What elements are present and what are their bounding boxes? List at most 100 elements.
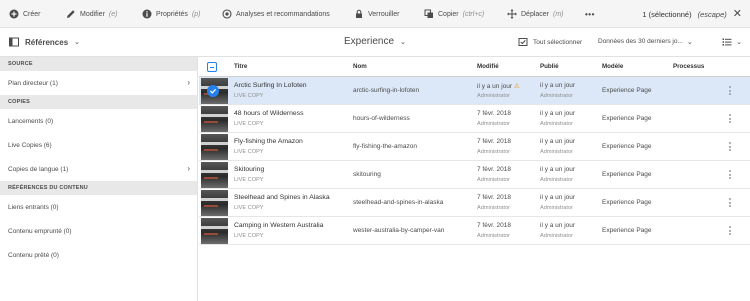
row-title: 48 hours of Wilderness: [234, 110, 304, 117]
table-row[interactable]: 48 hours of Wilderness LIVE COPY hours-o…: [199, 105, 750, 133]
column-header-name[interactable]: Nom: [353, 63, 367, 70]
row-name: fly-fishing-the-amazon: [353, 143, 417, 150]
select-all-label: Tout sélectionner: [533, 38, 583, 46]
row-modified: 7 févr. 2018: [477, 138, 511, 145]
rail-item-launches[interactable]: Lancements (0): [0, 109, 197, 133]
chevron-right-icon: ›: [187, 164, 190, 173]
page-thumbnail: [201, 218, 228, 244]
rail-item-lent-content[interactable]: Contenu prêté (0): [0, 243, 197, 267]
row-modified-by: Administrator: [477, 177, 510, 183]
more-vertical-icon[interactable]: [729, 86, 731, 95]
analytics-button[interactable]: Analyses et recommandations: [222, 0, 330, 28]
more-vertical-icon[interactable]: [729, 198, 731, 207]
more-actions-button[interactable]: •••: [585, 0, 595, 28]
more-vertical-icon[interactable]: [729, 226, 731, 235]
edit-button[interactable]: Modifier (e): [66, 0, 117, 28]
selection-count: 1 (sélectionné): [642, 9, 692, 19]
table-row[interactable]: Arctic Surfing In Lofoten LIVE COPY arct…: [199, 77, 750, 105]
rail-item-master[interactable]: Plan directeur (1) ›: [0, 71, 197, 95]
column-header-modified[interactable]: Modifié: [477, 63, 499, 70]
row-published: il y a un jour: [540, 222, 576, 229]
row-name: arctic-surfing-in-lofoten: [353, 87, 420, 94]
create-button[interactable]: Créer: [9, 0, 41, 28]
table-row[interactable]: Steelhead and Spines in Alaska LIVE COPY…: [199, 189, 750, 217]
row-modified-by: Administrator: [477, 205, 510, 211]
column-header-published[interactable]: Publié: [540, 63, 559, 70]
row-modified: 7 févr. 2018: [477, 166, 511, 173]
rail-icon[interactable]: [9, 37, 19, 47]
rail-item-label: Live Copies (6): [8, 141, 52, 149]
column-header-title[interactable]: Titre: [234, 63, 247, 70]
chevron-down-icon: ⌄: [686, 39, 693, 46]
select-all-button[interactable]: Tout sélectionner: [518, 37, 582, 47]
create-label: Créer: [23, 10, 41, 18]
row-model: Experience Page: [602, 115, 652, 122]
list-view-icon: [722, 37, 732, 47]
column-header-model[interactable]: Modèle: [602, 63, 623, 70]
move-icon: [507, 9, 517, 19]
row-published: il y a un jour: [540, 110, 576, 117]
row-published-by: Administrator: [540, 121, 573, 127]
header-checkbox[interactable]: [207, 62, 217, 72]
rail-item-label: Copies de langue (1): [8, 165, 69, 173]
table-row[interactable]: Fly-fishing the Amazon LIVE COPY fly-fis…: [199, 133, 750, 161]
row-model: Experience Page: [602, 87, 652, 94]
lock-label: Verrouiller: [368, 10, 400, 18]
row-published-by: Administrator: [540, 93, 573, 99]
table-row[interactable]: Skitouring LIVE COPY skitouring 7 févr. …: [199, 161, 750, 189]
escape-hint: (escape): [697, 9, 727, 19]
more-vertical-icon[interactable]: [729, 170, 731, 179]
properties-button[interactable]: Propriétés (p): [142, 0, 200, 28]
more-vertical-icon[interactable]: [729, 114, 731, 123]
row-published: il y a un jour: [540, 138, 576, 145]
rail-item-incoming-links[interactable]: Liens entrants (0): [0, 195, 197, 219]
pencil-icon: [66, 9, 76, 19]
page-thumbnail: [201, 106, 228, 132]
view-switcher[interactable]: ⌄: [722, 37, 742, 47]
checkmark-icon[interactable]: [207, 85, 219, 97]
more-icon: •••: [585, 9, 595, 19]
properties-shortcut: (p): [191, 10, 201, 18]
content-header: Experience ⌄ Tout sélectionner Données d…: [198, 28, 750, 57]
copy-icon: [424, 9, 434, 19]
row-published-by: Administrator: [540, 205, 573, 211]
rail-item-language-copies[interactable]: Copies de langue (1) ›: [0, 157, 197, 181]
period-select[interactable]: Données des 30 derniers jo... ⌄: [598, 38, 693, 46]
lock-button[interactable]: Verrouiller: [354, 0, 400, 28]
row-title: Steelhead and Spines in Alaska: [234, 194, 330, 201]
info-icon: [142, 9, 152, 19]
row-published: il y a un jour: [540, 194, 576, 201]
properties-label: Propriétés: [156, 10, 188, 18]
page-title-dropdown[interactable]: Experience ⌄: [344, 36, 406, 47]
analytics-label: Analyses et recommandations: [236, 10, 330, 18]
rail-item-label: Contenu prêté (0): [8, 251, 59, 259]
row-modified-by: Administrator: [477, 233, 510, 239]
row-model: Experience Page: [602, 143, 652, 150]
rail-item-label: Plan directeur (1): [8, 79, 58, 87]
row-live-copy: LIVE COPY: [234, 205, 264, 211]
more-vertical-icon[interactable]: [729, 142, 731, 151]
analytics-icon: [222, 9, 232, 19]
row-modified-by: Administrator: [477, 93, 510, 99]
plus-icon: [9, 9, 19, 19]
lock-icon: [354, 9, 364, 19]
copy-shortcut: (ctrl+c): [462, 10, 485, 18]
move-button[interactable]: Déplacer (m): [507, 0, 564, 28]
close-icon[interactable]: ✕: [733, 8, 742, 20]
column-header-process[interactable]: Processus: [673, 63, 704, 70]
row-title: Skitouring: [234, 166, 265, 173]
chevron-down-icon: ⌄: [400, 38, 406, 46]
rail-item-label: Liens entrants (0): [8, 203, 59, 211]
move-label: Déplacer: [521, 10, 550, 18]
row-title: Fly-fishing the Amazon: [234, 138, 303, 145]
rail-item-live-copies[interactable]: Live Copies (6): [0, 133, 197, 157]
chevron-down-icon[interactable]: ⌄: [74, 38, 80, 46]
rail-item-borrowed-content[interactable]: Contenu emprunté (0): [0, 219, 197, 243]
row-name: hours-of-wilderness: [353, 115, 410, 122]
rail-title: Références: [25, 37, 69, 47]
row-name: steelhead-and-spines-in-alaska: [353, 199, 444, 206]
table-header: Titre Nom Modifié Publié Modèle Processu…: [199, 57, 750, 77]
copy-button[interactable]: Copier (ctrl+c): [424, 0, 484, 28]
table-row[interactable]: Camping in Western Australia LIVE COPY w…: [199, 217, 750, 245]
rail-header[interactable]: Références ⌄: [0, 28, 198, 57]
